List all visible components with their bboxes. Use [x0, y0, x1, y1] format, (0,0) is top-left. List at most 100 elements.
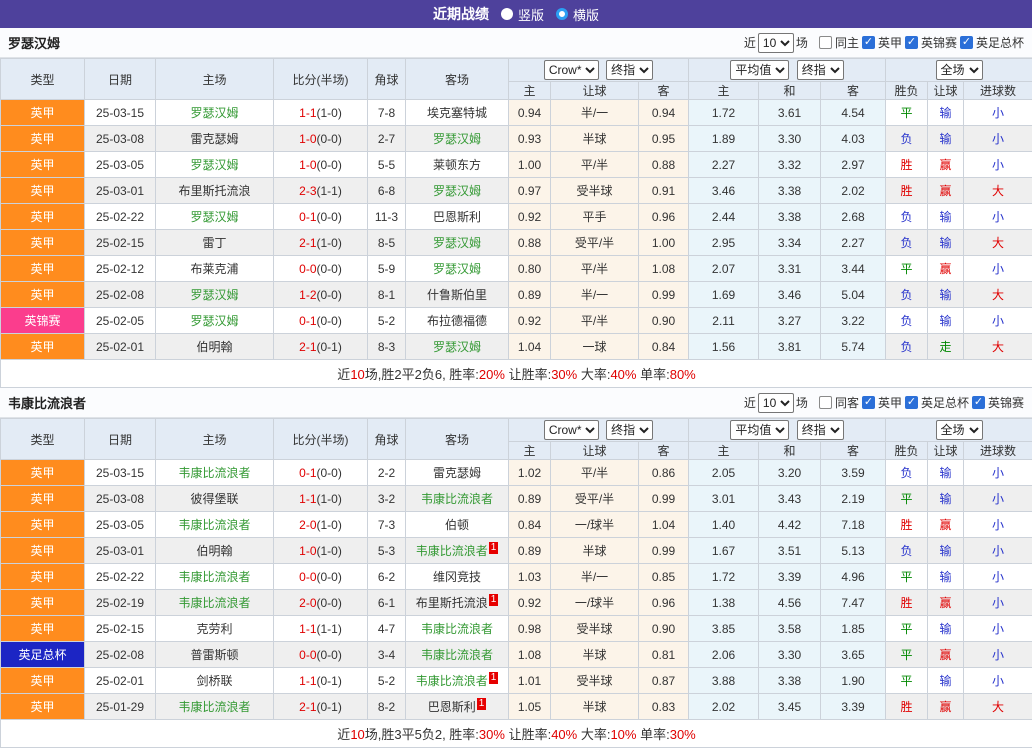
match-date: 25-02-01: [85, 334, 156, 360]
odds-handicap: 平/半: [551, 460, 639, 486]
avg-draw: 3.58: [759, 616, 821, 642]
same-venue-checkbox[interactable]: [819, 396, 832, 409]
home-team-cell: 韦康比流浪者: [156, 564, 274, 590]
avg-draw: 3.46: [759, 282, 821, 308]
same-venue-label: 同主: [835, 34, 859, 51]
full-scope-select[interactable]: 全场: [936, 60, 983, 80]
fulltime-score: 0-1: [299, 314, 316, 328]
home-team-cell: 伯明翰: [156, 334, 274, 360]
summary-row: 近10场,胜2平2负6, 胜率:20% 让胜率:30% 大率:40% 单率:80…: [1, 360, 1032, 388]
league-type-cell: 英甲: [1, 590, 85, 616]
header-type: 类型: [1, 59, 85, 100]
match-date: 25-03-05: [85, 512, 156, 538]
match-count-select[interactable]: 10: [758, 393, 794, 413]
league-filter-checkbox[interactable]: [905, 36, 918, 49]
halftime-score: (0-0): [317, 570, 342, 584]
odds-home: 0.93: [509, 126, 551, 152]
halftime-score: (0-0): [317, 158, 342, 172]
home-team-cell: 韦康比流浪者: [156, 512, 274, 538]
match-date: 25-01-29: [85, 694, 156, 720]
result-group-header: 全场: [886, 419, 1032, 442]
score-cell: 0-0(0-0): [274, 256, 368, 282]
odds-away: 0.99: [639, 538, 689, 564]
home-team-name: 韦康比流浪者: [178, 466, 250, 480]
match-count-select[interactable]: 10: [758, 33, 794, 53]
avg-home: 2.95: [689, 230, 759, 256]
odds-time-select[interactable]: 终指: [606, 60, 653, 80]
match-date: 25-02-15: [85, 616, 156, 642]
odds-away: 0.99: [639, 282, 689, 308]
avg-source-select[interactable]: 平均值: [730, 420, 789, 440]
odds-source-select[interactable]: Crow*: [544, 420, 599, 440]
odds-source-select[interactable]: Crow*: [544, 60, 599, 80]
avg-away: 2.27: [821, 230, 886, 256]
corners-cell: 2-2: [368, 460, 406, 486]
subheader-avg-draw: 和: [759, 442, 821, 460]
avg-source-select[interactable]: 平均值: [730, 60, 789, 80]
result-goals: 大: [964, 694, 1032, 720]
avg-draw: 3.32: [759, 152, 821, 178]
odds-home: 1.00: [509, 152, 551, 178]
near-label: 近: [744, 34, 756, 51]
corners-cell: 3-2: [368, 486, 406, 512]
league-type-cell: 英甲: [1, 512, 85, 538]
matches-table-team-1: 类型 日期 主场 比分(半场) 角球 客场 Crow* 终指 平均值 终指 全场: [0, 58, 1032, 388]
subheader-odds-home: 主: [509, 442, 551, 460]
halftime-score: (0-0): [317, 648, 342, 662]
league-filter-label: 英甲: [878, 34, 902, 51]
result-handicap: 输: [928, 460, 964, 486]
league-filter-checkbox[interactable]: [862, 36, 875, 49]
subheader-handicap-result: 让球: [928, 82, 964, 100]
result-handicap: 赢: [928, 590, 964, 616]
away-team-cell: 罗瑟汉姆: [406, 256, 509, 282]
summary-segment: 单率:: [636, 367, 669, 382]
header-date: 日期: [85, 59, 156, 100]
horizontal-layout-radio[interactable]: 横版: [556, 5, 599, 24]
odds-handicap: 半/一: [551, 100, 639, 126]
away-team-cell: 埃克塞特城: [406, 100, 509, 126]
halftime-score: (0-0): [317, 288, 342, 302]
home-team-name: 雷丁: [202, 236, 226, 250]
result-goals: 小: [964, 100, 1032, 126]
away-team-cell: 布拉德福德: [406, 308, 509, 334]
odds-handicap: 受半球: [551, 668, 639, 694]
avg-draw: 3.43: [759, 486, 821, 512]
avg-draw: 3.38: [759, 668, 821, 694]
radio-unselected-icon: [501, 8, 513, 20]
halftime-score: (0-0): [317, 596, 342, 610]
subheader-avg-home: 主: [689, 82, 759, 100]
home-team-cell: 布里斯托流浪: [156, 178, 274, 204]
result-goals: 大: [964, 282, 1032, 308]
home-team-name: 韦康比流浪者: [178, 570, 250, 584]
corners-cell: 6-8: [368, 178, 406, 204]
match-row: 英足总杯 25-02-08 普雷斯顿 0-0(0-0) 3-4 韦康比流浪者 1…: [1, 642, 1032, 668]
league-filter-checkbox[interactable]: [960, 36, 973, 49]
corners-cell: 7-3: [368, 512, 406, 538]
away-team-name: 巴恩斯利: [428, 700, 476, 714]
result-handicap: 输: [928, 538, 964, 564]
vertical-layout-label: 竖版: [518, 5, 544, 24]
same-venue-checkbox[interactable]: [819, 36, 832, 49]
league-filter-checkbox[interactable]: [972, 396, 985, 409]
vertical-layout-radio[interactable]: 竖版: [501, 5, 544, 24]
full-scope-select[interactable]: 全场: [936, 420, 983, 440]
odds-time-select[interactable]: 终指: [606, 420, 653, 440]
fulltime-score: 1-0: [299, 544, 316, 558]
section-bar-team-1: 罗瑟汉姆 近 10 场 同主 英甲 英锦赛 英足总杯: [0, 28, 1032, 58]
league-type-cell: 英甲: [1, 256, 85, 282]
avg-time-select[interactable]: 终指: [797, 60, 844, 80]
league-filter-checkbox[interactable]: [905, 396, 918, 409]
avg-home: 2.06: [689, 642, 759, 668]
avg-away: 3.59: [821, 460, 886, 486]
avg-time-select[interactable]: 终指: [797, 420, 844, 440]
fulltime-score: 2-0: [299, 596, 316, 610]
avg-home: 1.72: [689, 100, 759, 126]
away-team-name: 罗瑟汉姆: [433, 184, 481, 198]
header-away: 客场: [406, 419, 509, 460]
avg-away: 7.47: [821, 590, 886, 616]
odds-handicap: 受平/半: [551, 230, 639, 256]
result-winlose: 负: [886, 538, 928, 564]
odds-away: 0.88: [639, 152, 689, 178]
match-row: 英甲 25-01-29 韦康比流浪者 2-1(0-1) 8-2 巴恩斯利1 1.…: [1, 694, 1032, 720]
league-filter-checkbox[interactable]: [862, 396, 875, 409]
